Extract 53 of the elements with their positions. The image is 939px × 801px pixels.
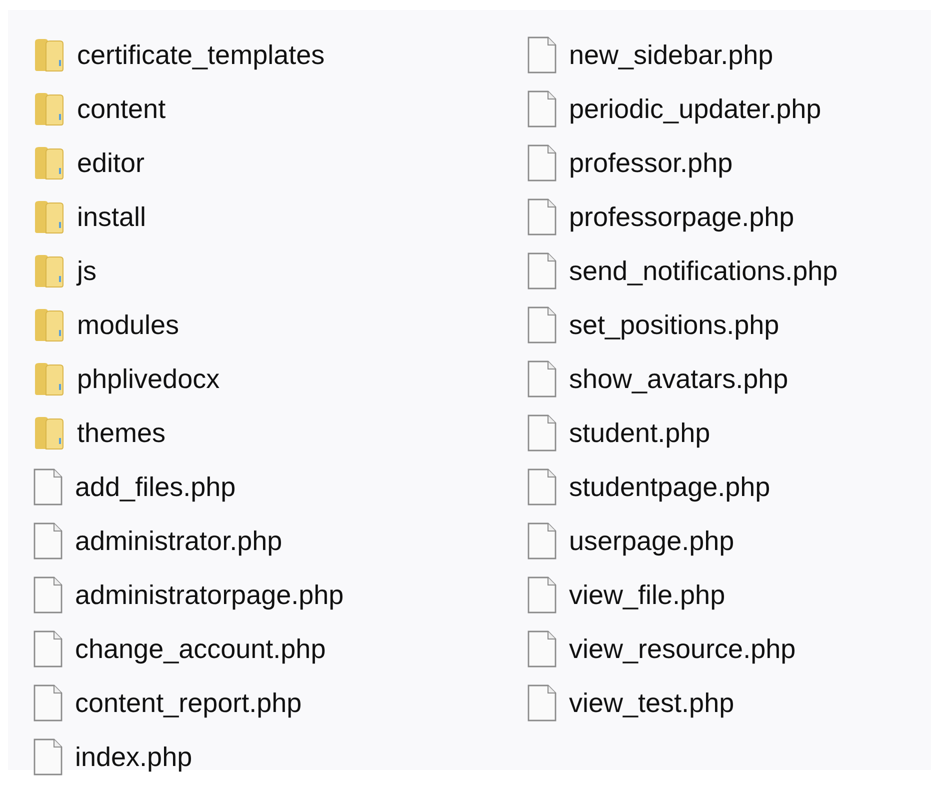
folder-icon xyxy=(33,200,65,234)
document-icon xyxy=(33,468,63,506)
file-name[interactable]: new_sidebar.php xyxy=(569,40,774,70)
file-name[interactable]: studentpage.php xyxy=(569,472,770,502)
file-name[interactable]: index.php xyxy=(75,742,192,772)
file-name[interactable]: view_test.php xyxy=(569,688,734,718)
file-name[interactable]: professorpage.php xyxy=(569,202,794,232)
document-icon xyxy=(527,684,557,722)
document-icon xyxy=(33,630,63,668)
document-icon xyxy=(527,468,557,506)
file-name[interactable]: set_positions.php xyxy=(569,310,780,340)
folder-name[interactable]: modules xyxy=(77,310,180,340)
folder-icon xyxy=(33,254,65,288)
folder-icon xyxy=(33,38,65,72)
folder-icon xyxy=(33,92,65,126)
file-name[interactable]: administrator.php xyxy=(75,526,282,556)
file-name[interactable]: show_avatars.php xyxy=(569,364,788,394)
folder-name[interactable]: editor xyxy=(77,148,145,178)
document-icon xyxy=(527,360,557,398)
folder-icon xyxy=(33,308,65,342)
folder-icon xyxy=(33,416,65,450)
document-icon xyxy=(527,306,557,344)
document-icon xyxy=(527,198,557,236)
folder-name[interactable]: phplivedocx xyxy=(77,364,220,394)
document-icon xyxy=(33,576,63,614)
file-name[interactable]: administratorpage.php xyxy=(75,580,344,610)
file-name[interactable]: professor.php xyxy=(569,148,733,178)
file-name[interactable]: student.php xyxy=(569,418,710,448)
folder-icon xyxy=(33,362,65,396)
document-icon xyxy=(33,684,63,722)
document-icon xyxy=(527,90,557,128)
folder-name[interactable]: install xyxy=(77,202,146,232)
folder-name[interactable]: themes xyxy=(77,418,166,448)
folder-name[interactable]: certificate_templates xyxy=(77,40,325,70)
document-icon xyxy=(527,522,557,560)
file-name[interactable]: periodic_updater.php xyxy=(569,94,822,124)
file-name[interactable]: view_file.php xyxy=(569,580,726,610)
document-icon xyxy=(527,36,557,74)
document-icon xyxy=(527,252,557,290)
file-name[interactable]: userpage.php xyxy=(569,526,734,556)
document-icon xyxy=(33,522,63,560)
file-name[interactable]: view_resource.php xyxy=(569,634,796,664)
folder-icon xyxy=(33,146,65,180)
document-icon xyxy=(527,414,557,452)
file-name[interactable]: send_notifications.php xyxy=(569,256,838,286)
document-icon xyxy=(527,576,557,614)
folder-name[interactable]: js xyxy=(77,256,96,286)
file-name[interactable]: add_files.php xyxy=(75,472,236,502)
file-name[interactable]: change_account.php xyxy=(75,634,326,664)
folder-name[interactable]: content xyxy=(77,94,166,124)
document-icon xyxy=(527,630,557,668)
document-icon xyxy=(527,144,557,182)
file-name[interactable]: content_report.php xyxy=(75,688,302,718)
